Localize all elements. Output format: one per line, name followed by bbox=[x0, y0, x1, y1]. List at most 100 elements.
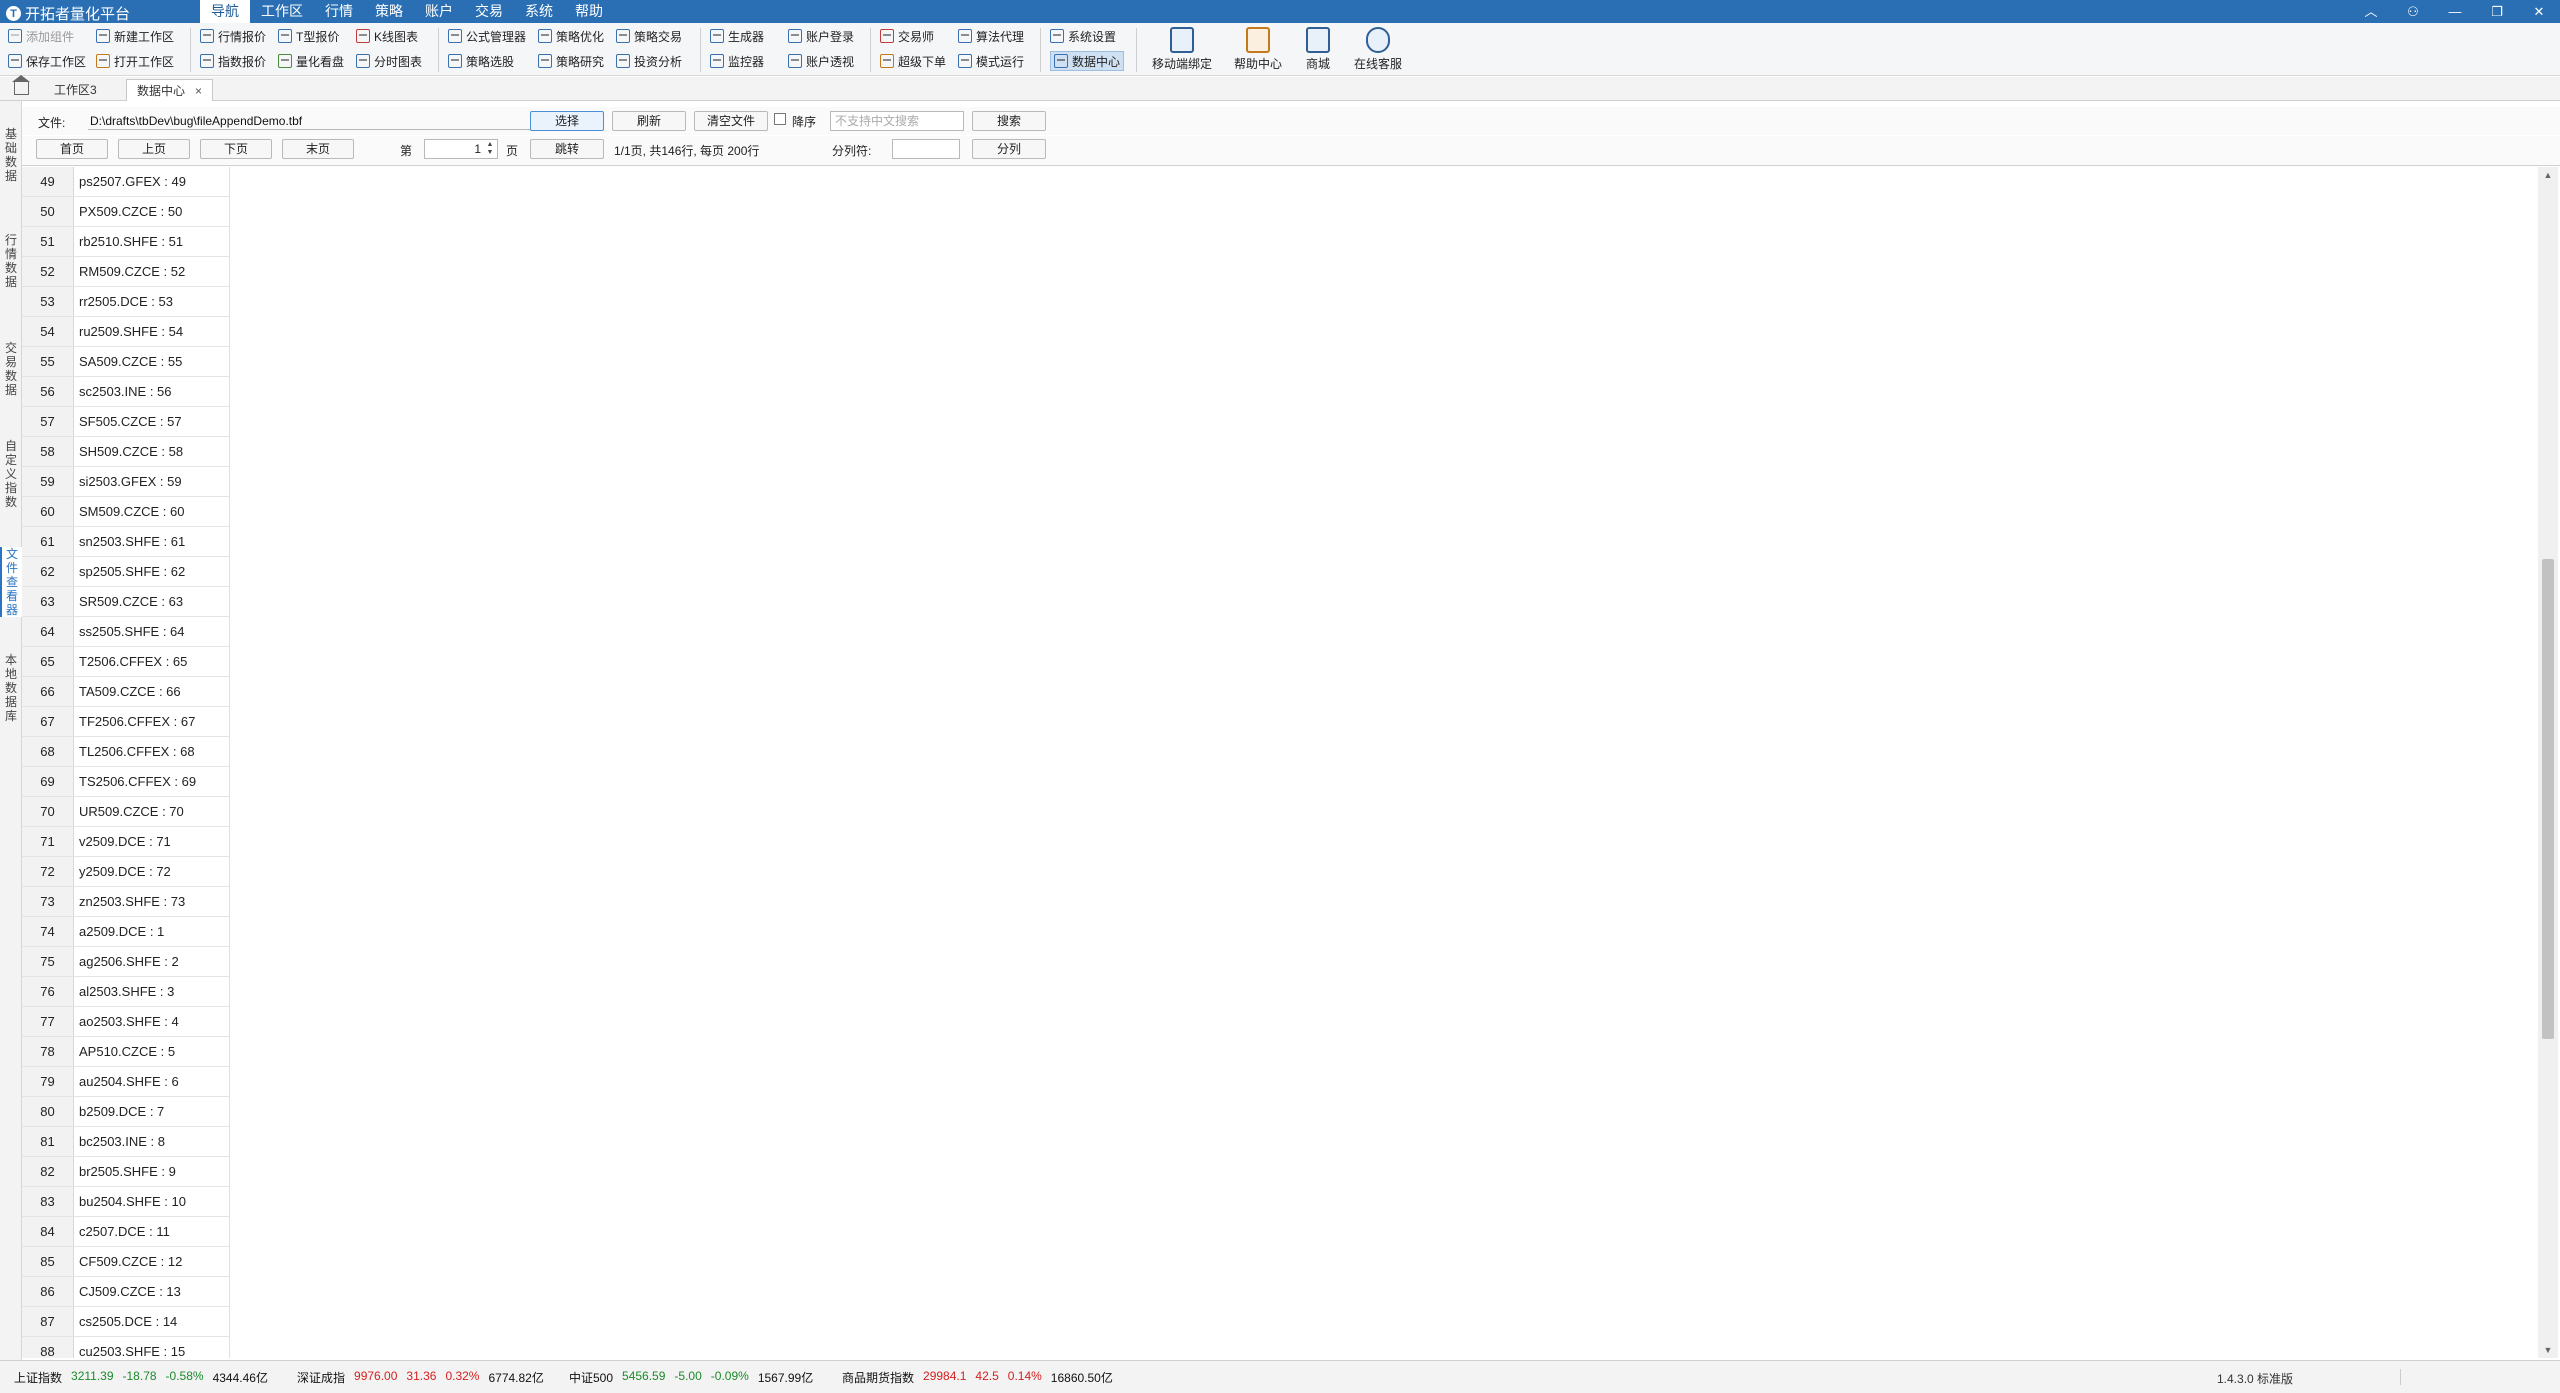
open-workspace-button[interactable]: 打开工作区 bbox=[96, 51, 174, 71]
intraday-chart-button[interactable]: 分时图表 bbox=[356, 51, 422, 71]
clear-file-button[interactable]: 清空文件 bbox=[694, 111, 768, 131]
search-button[interactable]: 搜索 bbox=[972, 111, 1046, 131]
list-row[interactable]: 83 bu2504.SHFE : 10 bbox=[22, 1187, 232, 1217]
list-row[interactable]: 85 CF509.CZCE : 12 bbox=[22, 1247, 232, 1277]
vertical-scrollbar[interactable]: ▲ ▼ bbox=[2538, 167, 2558, 1358]
collapse-ribbon-icon[interactable]: ︿ bbox=[2350, 0, 2392, 23]
list-row[interactable]: 80 b2509.DCE : 7 bbox=[22, 1097, 232, 1127]
split-columns-button[interactable]: 分列 bbox=[972, 139, 1046, 159]
monitor-button[interactable]: 监控器 bbox=[710, 51, 764, 71]
menu-workspace[interactable]: 工作区 bbox=[250, 0, 314, 23]
list-row[interactable]: 68 TL2506.CFFEX : 68 bbox=[22, 737, 232, 767]
index-csi500[interactable]: 中证500 5456.59 -5.00 -0.09% 1567.99亿 bbox=[569, 1369, 813, 1386]
tab-data-center[interactable]: 数据中心 × bbox=[126, 79, 214, 101]
scroll-down-icon[interactable]: ▼ bbox=[2538, 1342, 2558, 1358]
list-row[interactable]: 76 al2503.SHFE : 3 bbox=[22, 977, 232, 1007]
menu-nav[interactable]: 导航 bbox=[200, 0, 250, 23]
list-row[interactable]: 67 TF2506.CFFEX : 67 bbox=[22, 707, 232, 737]
side-tab-market-data[interactable]: 行情数据 bbox=[0, 233, 22, 289]
list-row[interactable]: 61 sn2503.SHFE : 61 bbox=[22, 527, 232, 557]
list-row[interactable]: 65 T2506.CFFEX : 65 bbox=[22, 647, 232, 677]
index-quote-button[interactable]: 指数报价 bbox=[200, 51, 266, 71]
user-icon[interactable]: ⚇ bbox=[2392, 0, 2434, 23]
list-row[interactable]: 52 RM509.CZCE : 52 bbox=[22, 257, 232, 287]
list-row[interactable]: 66 TA509.CZCE : 66 bbox=[22, 677, 232, 707]
list-row[interactable]: 51 rb2510.SHFE : 51 bbox=[22, 227, 232, 257]
close-icon[interactable]: ✕ bbox=[2518, 0, 2560, 23]
file-path-field[interactable]: D:\drafts\tbDev\bug\fileAppendDemo.tbf bbox=[88, 112, 543, 130]
list-row[interactable]: 59 si2503.GFEX : 59 bbox=[22, 467, 232, 497]
add-component-button[interactable]: 添加组件 bbox=[8, 26, 86, 46]
minimize-icon[interactable]: — bbox=[2434, 0, 2476, 23]
list-row[interactable]: 77 ao2503.SHFE : 4 bbox=[22, 1007, 232, 1037]
list-row[interactable]: 88 cu2503.SHFE : 15 bbox=[22, 1337, 232, 1358]
last-page-button[interactable]: 末页 bbox=[282, 139, 354, 159]
side-tab-custom-index[interactable]: 自定义指数 bbox=[0, 439, 22, 509]
super-order-button[interactable]: 超级下单 bbox=[880, 51, 946, 71]
list-row[interactable]: 58 SH509.CZCE : 58 bbox=[22, 437, 232, 467]
list-row[interactable]: 69 TS2506.CFFEX : 69 bbox=[22, 767, 232, 797]
index-sse[interactable]: 上证指数 3211.39 -18.78 -0.58% 4344.46亿 bbox=[14, 1369, 268, 1386]
list-row[interactable]: 50 PX509.CZCE : 50 bbox=[22, 197, 232, 227]
jump-button[interactable]: 跳转 bbox=[530, 139, 604, 159]
online-service-button[interactable]: 在线客服 bbox=[1354, 27, 1402, 72]
invest-analysis-button[interactable]: 投资分析 bbox=[616, 51, 682, 71]
select-file-button[interactable]: 选择 bbox=[530, 111, 604, 131]
save-workspace-button[interactable]: 保存工作区 bbox=[8, 51, 86, 71]
list-row[interactable]: 73 zn2503.SHFE : 73 bbox=[22, 887, 232, 917]
menu-system[interactable]: 系统 bbox=[514, 0, 564, 23]
strategy-research-button[interactable]: 策略研究 bbox=[538, 51, 604, 71]
list-row[interactable]: 53 rr2505.DCE : 53 bbox=[22, 287, 232, 317]
scroll-thumb[interactable] bbox=[2542, 559, 2554, 1039]
list-row[interactable]: 56 sc2503.INE : 56 bbox=[22, 377, 232, 407]
mode-run-button[interactable]: 模式运行 bbox=[958, 51, 1024, 71]
mall-button[interactable]: 商城 bbox=[1306, 27, 1330, 72]
list-row[interactable]: 84 c2507.DCE : 11 bbox=[22, 1217, 232, 1247]
side-tab-trade-data[interactable]: 交易数据 bbox=[0, 341, 22, 397]
account-view-button[interactable]: 账户透视 bbox=[788, 51, 854, 71]
mobile-bind-button[interactable]: 移动端绑定 bbox=[1152, 27, 1212, 72]
t-quote-button[interactable]: T型报价 bbox=[278, 26, 344, 46]
list-row[interactable]: 87 cs2505.DCE : 14 bbox=[22, 1307, 232, 1337]
list-row[interactable]: 79 au2504.SHFE : 6 bbox=[22, 1067, 232, 1097]
list-row[interactable]: 71 v2509.DCE : 71 bbox=[22, 827, 232, 857]
menu-strategy[interactable]: 策略 bbox=[364, 0, 414, 23]
menu-quotes[interactable]: 行情 bbox=[314, 0, 364, 23]
list-row[interactable]: 86 CJ509.CZCE : 13 bbox=[22, 1277, 232, 1307]
search-input[interactable]: 不支持中文搜索 bbox=[830, 111, 964, 131]
list-row[interactable]: 63 SR509.CZCE : 63 bbox=[22, 587, 232, 617]
trader-button[interactable]: 交易师 bbox=[880, 26, 946, 46]
list-row[interactable]: 60 SM509.CZCE : 60 bbox=[22, 497, 232, 527]
help-center-button[interactable]: 帮助中心 bbox=[1234, 27, 1282, 72]
list-row[interactable]: 55 SA509.CZCE : 55 bbox=[22, 347, 232, 377]
list-row[interactable]: 81 bc2503.INE : 8 bbox=[22, 1127, 232, 1157]
new-workspace-button[interactable]: 新建工作区 bbox=[96, 26, 174, 46]
strategy-trade-button[interactable]: 策略交易 bbox=[616, 26, 682, 46]
prev-page-button[interactable]: 上页 bbox=[118, 139, 190, 159]
tab-workspace3[interactable]: 工作区3 bbox=[44, 79, 107, 101]
quant-board-button[interactable]: 量化看盘 bbox=[278, 51, 344, 71]
algo-agent-button[interactable]: 算法代理 bbox=[958, 26, 1024, 46]
list-row[interactable]: 62 sp2505.SHFE : 62 bbox=[22, 557, 232, 587]
first-page-button[interactable]: 首页 bbox=[36, 139, 108, 159]
list-row[interactable]: 64 ss2505.SHFE : 64 bbox=[22, 617, 232, 647]
data-center-button[interactable]: 数据中心 bbox=[1050, 51, 1125, 71]
list-row[interactable]: 57 SF505.CZCE : 57 bbox=[22, 407, 232, 437]
list-row[interactable]: 54 ru2509.SHFE : 54 bbox=[22, 317, 232, 347]
list-row[interactable]: 49 ps2507.GFEX : 49 bbox=[22, 167, 232, 197]
list-row[interactable]: 82 br2505.SHFE : 9 bbox=[22, 1157, 232, 1187]
list-row[interactable]: 72 y2509.DCE : 72 bbox=[22, 857, 232, 887]
list-row[interactable]: 75 ag2506.SHFE : 2 bbox=[22, 947, 232, 977]
stepper-arrows-icon[interactable]: ▲ ▼ bbox=[484, 141, 496, 157]
tab-close-icon[interactable]: × bbox=[195, 84, 202, 98]
next-page-button[interactable]: 下页 bbox=[200, 139, 272, 159]
index-commodity[interactable]: 商品期货指数 29984.1 42.5 0.14% 16860.50亿 bbox=[842, 1369, 1113, 1386]
generator-button[interactable]: 生成器 bbox=[710, 26, 764, 46]
list-row[interactable]: 74 a2509.DCE : 1 bbox=[22, 917, 232, 947]
descending-checkbox[interactable] bbox=[774, 113, 786, 125]
side-tab-basic-data[interactable]: 基础数据 bbox=[0, 127, 22, 183]
side-tab-file-viewer[interactable]: 文件查看器 bbox=[0, 547, 22, 617]
strategy-picker-button[interactable]: 策略选股 bbox=[448, 51, 526, 71]
market-quote-button[interactable]: 行情报价 bbox=[200, 26, 266, 46]
index-szse[interactable]: 深证成指 9976.00 31.36 0.32% 6774.82亿 bbox=[297, 1369, 544, 1386]
